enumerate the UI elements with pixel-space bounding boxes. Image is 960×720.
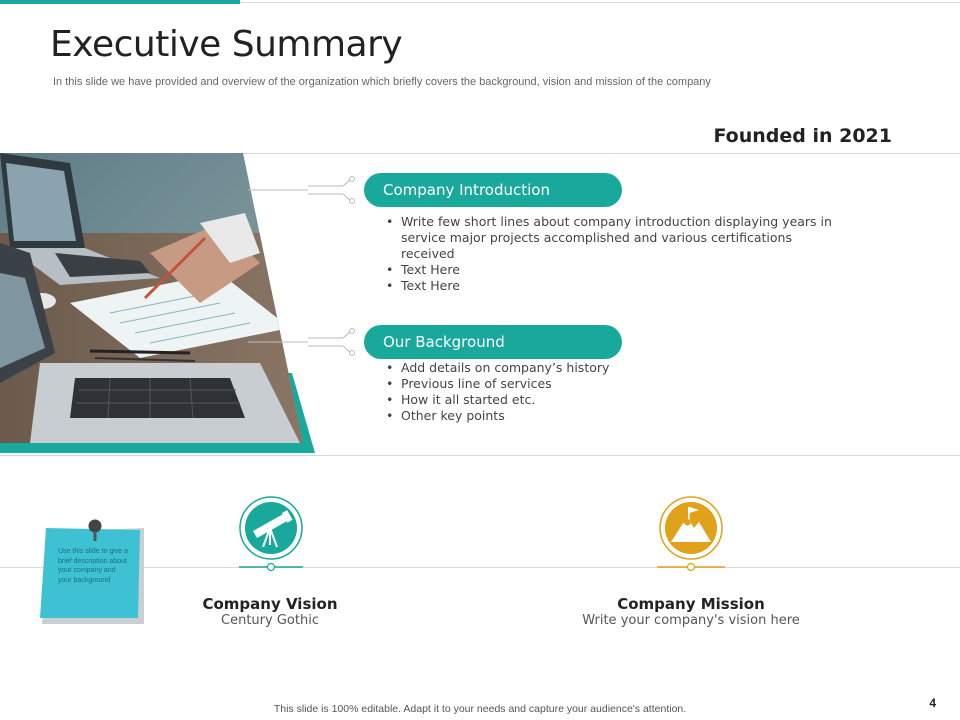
company-mission-description: Write your company's vision here: [582, 613, 800, 628]
list-item: Write few short lines about company intr…: [384, 214, 844, 262]
timeline-line: [0, 567, 960, 568]
list-item: Add details on company’s history: [384, 360, 844, 376]
our-background-heading: Our Background: [364, 325, 622, 359]
footer-note: This slide is 100% editable. Adapt it to…: [273, 703, 687, 715]
list-item: Text Here: [384, 262, 844, 278]
company-introduction-bullets: Write few short lines about company intr…: [384, 214, 844, 294]
section-divider-bottom: [0, 455, 960, 456]
company-vision-description: Century Gothic: [221, 613, 319, 628]
page-title: Executive Summary: [50, 24, 403, 65]
list-item: Previous line of services: [384, 376, 844, 392]
sticky-note-text: Use this slide to give a brief descripti…: [58, 548, 129, 584]
top-accent-bar: [0, 0, 240, 4]
company-introduction-heading: Company Introduction: [364, 173, 622, 207]
page-number: 4: [929, 696, 936, 710]
pushpin-icon: [88, 519, 102, 541]
page-subtitle: In this slide we have provided and overv…: [53, 76, 711, 88]
company-mission-title: Company Mission: [617, 595, 765, 613]
connector-intro: [248, 176, 355, 204]
company-vision-title: Company Vision: [202, 595, 338, 613]
our-background-bullets: Add details on company’s history Previou…: [384, 360, 844, 424]
list-item: Other key points: [384, 408, 844, 424]
top-divider: [240, 2, 960, 3]
connector-background: [248, 328, 355, 356]
telescope-icon: [239, 496, 303, 572]
list-item: How it all started etc.: [384, 392, 844, 408]
list-item: Text Here: [384, 278, 844, 294]
founded-year: Founded in 2021: [713, 125, 892, 147]
mountain-flag-icon: [657, 496, 725, 572]
